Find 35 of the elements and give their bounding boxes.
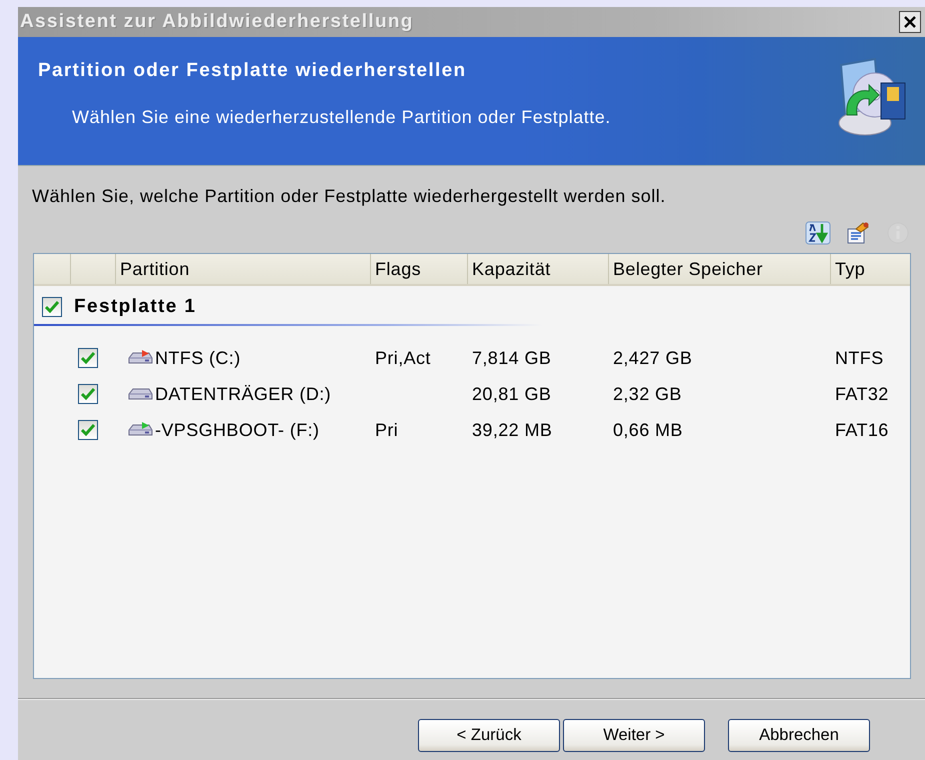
page-title: Partition oder Festplatte wiederherstellen [38,60,468,82]
page-subtitle: Wählen Sie eine wiederherzustellende Partition oder Festplatte. [72,107,611,128]
capacity-cell-text: 7,814 GB [472,348,552,368]
used-space-cell-text: 2,427 GB [613,348,694,368]
partition-name: NTFS (C:) [155,348,241,368]
column-header[interactable]: Belegter Speicher [608,254,830,284]
type-cell-text: NTFS [835,348,885,368]
window-title: Assistent zur Abbildwiederherstellung [20,11,414,33]
flags-cell-text: Pri,Act [375,348,432,368]
disk-label: Festplatte 1 [74,296,196,318]
column-header[interactable]: Typ [830,254,910,284]
flags-cell-text: Pri [375,420,400,440]
used-space-cell-text: 0,66 MB [613,420,684,440]
close-icon[interactable] [903,15,917,29]
capacity-cell-text: 20,81 GB [472,384,552,404]
next-button[interactable]: Weiter > [563,719,705,752]
checkbox[interactable] [42,297,62,317]
type-cell-text: FAT32 [835,384,890,404]
used-space-cell-text: 2,32 GB [613,384,683,404]
properties-icon[interactable] [845,221,871,245]
capacity-cell-text: 39,22 MB [472,420,554,440]
partition-name: DATENTRÄGER (D:) [155,384,332,404]
column-header[interactable]: Kapazität [467,254,608,284]
checkbox[interactable] [78,348,98,368]
cancel-button[interactable]: Abbrechen [728,719,870,752]
partition-name: -VPSGHBOOT- (F:) [155,420,320,440]
checkbox[interactable] [78,420,98,440]
checkbox[interactable] [78,384,98,404]
instruction-text: Wählen Sie, welche Partition oder Festplatte wiederhergestellt werden soll. [32,186,667,207]
sort-icon[interactable] [805,221,831,245]
type-cell-text: FAT16 [835,420,890,440]
close-button[interactable] [899,11,921,33]
column-header[interactable]: Flags [370,254,467,284]
column-header[interactable]: Partition [115,254,370,284]
back-button[interactable]: < Zurück [418,719,560,752]
